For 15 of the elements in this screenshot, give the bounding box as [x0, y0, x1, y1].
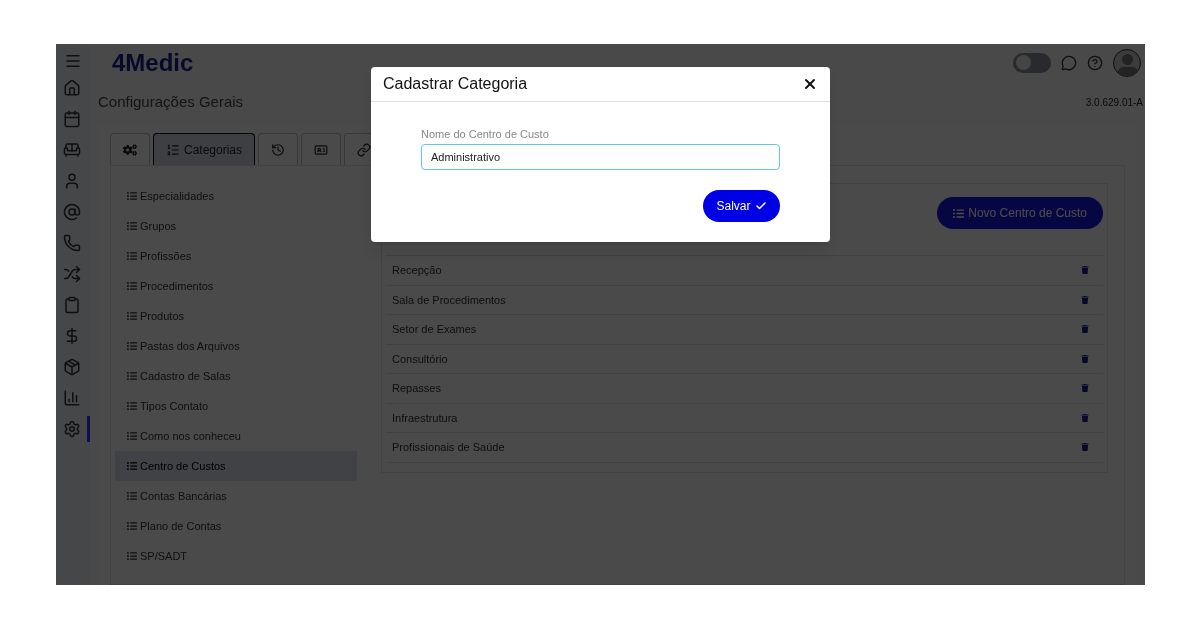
table-cell-text: Setor de Exames: [392, 322, 477, 337]
close-icon[interactable]: [802, 76, 818, 92]
table-cell-text: Sala de Procedimentos: [392, 292, 506, 308]
field-label: Nome do Centro de Custo: [421, 127, 550, 142]
table-cell-text: Recepção: [392, 263, 442, 278]
version-label: 3.0.629.01-A: [1085, 95, 1143, 110]
table-cell-text: Profissionais de Saúde: [392, 440, 505, 455]
table-cell-text: Consultório: [392, 351, 448, 367]
save-button[interactable]: Salvar: [703, 189, 780, 222]
check-icon: [754, 199, 767, 212]
table-cell-text: Infraestrutura: [392, 410, 458, 426]
input-field[interactable]: Administrativo: [421, 143, 780, 170]
table-cell-text: Repasses: [392, 381, 441, 396]
modal-title: Cadastrar Categoria: [383, 74, 528, 94]
logo: 4Medic: [112, 47, 194, 78]
